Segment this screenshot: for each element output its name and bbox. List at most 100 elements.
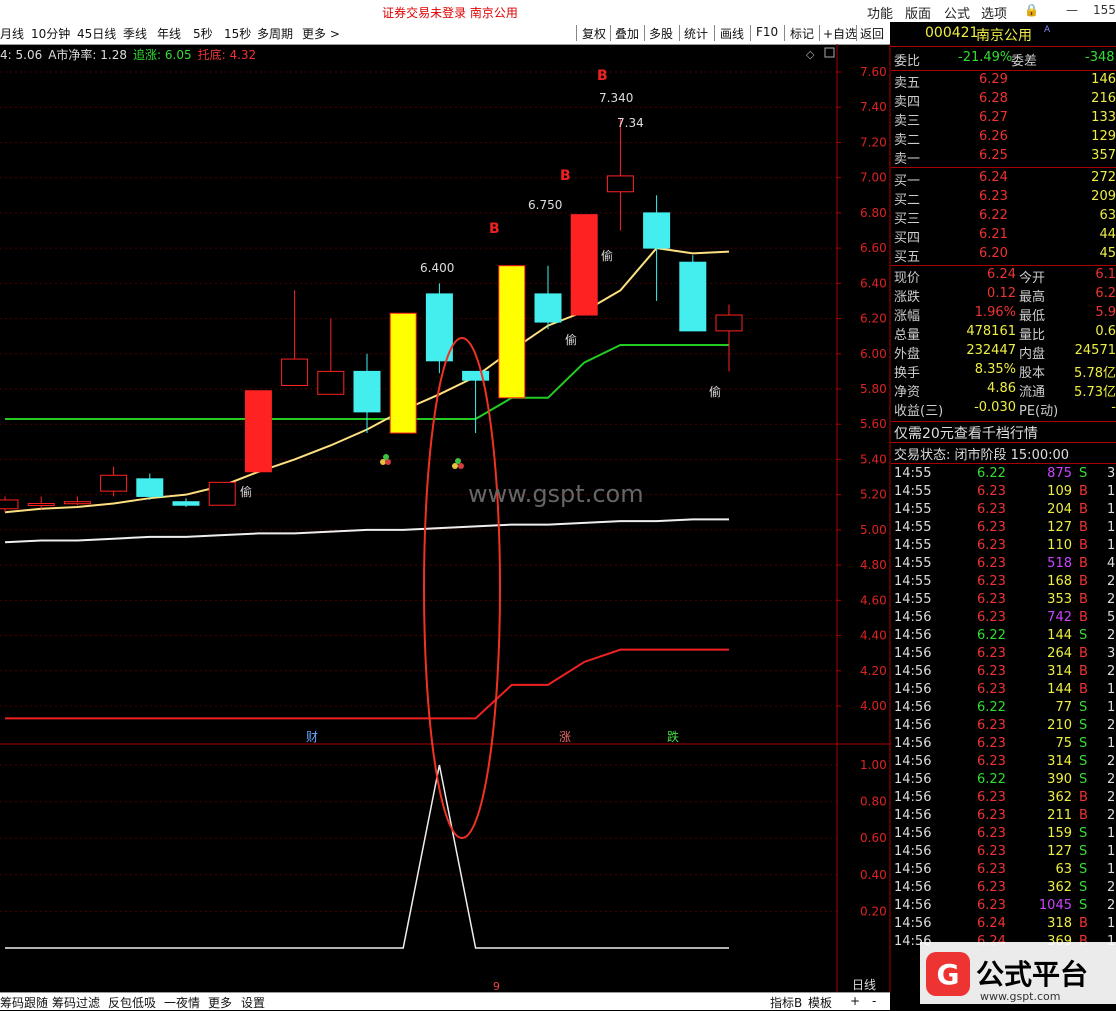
kline-chart[interactable]: 7.60 7.40 7.20 7.00 6.80 6.60 6.40 6.20 6.00 5.80…: [0, 44, 891, 992]
tick-side: B: [1079, 592, 1088, 607]
tick-volume: 875: [1047, 466, 1072, 481]
stat-row: 外盘 232447 内盘 24571: [891, 343, 1116, 362]
period-year[interactable]: 年线: [157, 25, 181, 42]
btn-overnight[interactable]: 一夜情: [164, 994, 200, 1011]
legend-support: 托底: 4.32: [197, 48, 257, 62]
period-multi[interactable]: 多周期: [257, 25, 293, 42]
legend-pb: A市净率: 1.28: [48, 48, 128, 62]
btn-zoom-out[interactable]: -: [872, 994, 876, 1008]
price-tick: 7.20: [860, 135, 887, 149]
tick-price: 6.22: [977, 772, 1006, 787]
tick-time: 14:55: [894, 592, 932, 607]
tool-multi-stock[interactable]: 多股: [649, 25, 673, 42]
tool-mark[interactable]: 标记: [790, 25, 814, 42]
stock-type: A: [1044, 25, 1051, 35]
tick-row: 14:56 6.23 362 B 2: [891, 790, 1116, 809]
period-5sec[interactable]: 5秒: [193, 25, 213, 42]
tick-side: S: [1079, 628, 1088, 643]
tool-add-watch[interactable]: +自选: [823, 25, 857, 42]
lock-icon[interactable]: 🔒: [1024, 3, 1039, 17]
stat-label: 收益(三): [894, 404, 944, 419]
tick-count: 3: [1107, 466, 1116, 481]
tick-volume: 110: [1047, 538, 1072, 553]
stat-row: 总量 478161 量比 0.6: [891, 324, 1116, 343]
btn-zoom-in[interactable]: +: [850, 994, 860, 1008]
price-tick: 5.40: [860, 452, 887, 466]
tick-side: S: [1079, 466, 1088, 481]
minimize-icon[interactable]: —: [1066, 3, 1078, 17]
tick-price: 6.23: [977, 538, 1006, 553]
tick-time: 14:56: [894, 700, 932, 715]
tick-count: 2: [1107, 754, 1116, 769]
tick-volume: 63: [1055, 862, 1072, 877]
sell-volume: 133: [1091, 110, 1116, 125]
btn-chip-follow[interactable]: 筹码跟随: [0, 994, 48, 1011]
tick-side: S: [1079, 862, 1088, 877]
sell-level-label: 卖五: [894, 76, 921, 91]
menu-formula[interactable]: 公式: [944, 3, 970, 22]
cluster-icon-2: [452, 458, 464, 469]
period-10min[interactable]: 10分钟: [31, 25, 70, 42]
weibi-value: -21.49%: [958, 50, 1013, 65]
tick-price: 6.23: [977, 862, 1006, 877]
period-45day[interactable]: 45日线: [77, 25, 116, 42]
tick-side: S: [1079, 754, 1088, 769]
trade-status: 交易状态: 闭市阶段 15:00:00: [894, 448, 1070, 463]
maximize-icon[interactable]: [824, 47, 835, 58]
tick-price: 6.23: [977, 520, 1006, 535]
btn-more[interactable]: 更多: [208, 994, 232, 1011]
price-tick: 7.40: [860, 100, 887, 114]
candle-body: [208, 481, 236, 506]
tick-row: 14:56 6.23 75 S 1: [891, 736, 1116, 755]
tick-row: 14:55 6.23 110 B 1: [891, 538, 1116, 557]
btn-chip-filter[interactable]: 筹码过滤: [52, 994, 100, 1011]
highlight-ellipse: [423, 337, 501, 839]
tick-count: 1: [1107, 736, 1116, 751]
candle-body: [63, 501, 91, 505]
btn-settings[interactable]: 设置: [241, 994, 265, 1011]
tick-row: 14:56 6.23 210 S 2: [891, 718, 1116, 737]
btn-reverse-low[interactable]: 反包低吸: [108, 994, 156, 1011]
tick-price: 6.23: [977, 556, 1006, 571]
candles: [0, 117, 743, 513]
tick-count: 2: [1107, 628, 1116, 643]
tick-price: 6.23: [977, 574, 1006, 589]
tool-back[interactable]: 返回: [860, 25, 884, 42]
tool-f10[interactable]: F10: [756, 25, 778, 39]
b-mark-1: B: [597, 68, 608, 84]
stat-value2: 6.1: [1095, 267, 1116, 282]
btn-indicator-b[interactable]: 指标B: [770, 994, 802, 1011]
sell-price: 6.25: [979, 148, 1008, 163]
tick-volume: 159: [1047, 826, 1072, 841]
period-season[interactable]: 季线: [123, 25, 147, 42]
menu-options[interactable]: 选项: [981, 3, 1007, 22]
tick-time: 14:56: [894, 880, 932, 895]
label-6400: 6.400: [420, 261, 454, 275]
tick-time: 14:56: [894, 844, 932, 859]
tick-side: S: [1079, 880, 1088, 895]
tick-price: 6.23: [977, 808, 1006, 823]
period-15sec[interactable]: 15秒: [224, 25, 251, 42]
buy-row: 买二 6.23 209: [891, 189, 1116, 208]
tick-side: S: [1079, 898, 1088, 913]
promo-text[interactable]: 仅需20元查看千档行情: [894, 423, 1038, 443]
logo-text: 公式平台: [976, 958, 1088, 991]
buy-row: 买三 6.22 63: [891, 208, 1116, 227]
menu-layout[interactable]: 版面: [905, 3, 931, 22]
stat-value: 4.86: [987, 381, 1016, 396]
btn-template[interactable]: 模板: [808, 994, 832, 1011]
menu-function[interactable]: 功能: [867, 3, 893, 22]
candle-body: [498, 265, 526, 399]
tool-overlay[interactable]: 叠加: [615, 25, 639, 42]
tool-stats[interactable]: 统计: [684, 25, 708, 42]
tick-row: 14:56 6.23 742 B 5: [891, 610, 1116, 629]
tick-time: 14:55: [894, 502, 932, 517]
tool-fuquan[interactable]: 复权: [582, 25, 606, 42]
die-mark: 跌: [667, 729, 679, 744]
price-tick: 5.00: [860, 523, 887, 537]
tick-row: 14:56 6.23 63 S 1: [891, 862, 1116, 881]
tick-time: 14:55: [894, 538, 932, 553]
tool-draw[interactable]: 画线: [720, 25, 744, 42]
period-more[interactable]: 更多 >: [302, 25, 340, 42]
period-month[interactable]: 月线: [0, 25, 24, 42]
